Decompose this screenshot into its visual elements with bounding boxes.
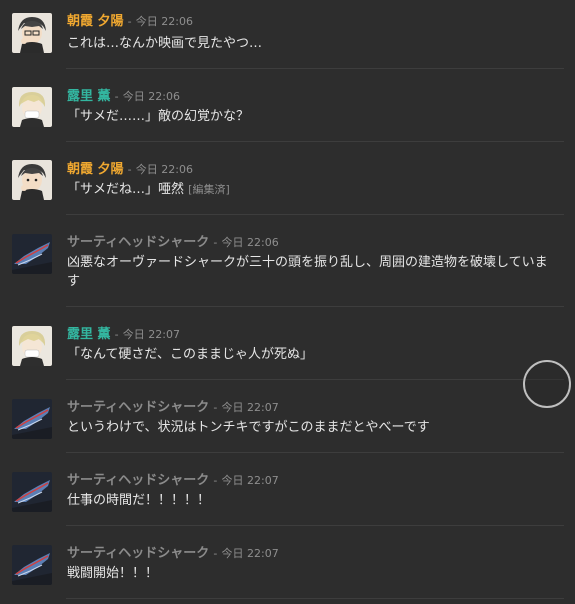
- message-text: 「サメだ……」敵の幻覚かな？: [67, 109, 250, 124]
- message-header: 朝霞 夕陽 - 今日 22:06: [67, 12, 193, 32]
- separator: -: [127, 15, 132, 28]
- message-text: これは…なんか映画で見たやつ…: [67, 36, 263, 51]
- message-divider: [66, 598, 564, 599]
- message-text: 凶悪なオーヴァードシャークが三十の頭を振り乱し、周囲の建造物を破壊しています: [67, 255, 548, 289]
- author-name[interactable]: 朝霞 夕陽: [67, 14, 124, 29]
- shark-avatar[interactable]: [12, 399, 52, 439]
- message-text: 「サメだね…」唖然 [編集済]: [67, 180, 557, 199]
- separator: -: [213, 547, 218, 560]
- message-header: 朝霞 夕陽 - 今日 22:06: [67, 160, 193, 180]
- message-header: サーティヘッドシャーク - 今日 22:07: [67, 544, 279, 564]
- message-divider: [66, 379, 564, 380]
- shark-avatar[interactable]: [12, 545, 52, 585]
- timestamp: 今日 22:07: [221, 474, 279, 487]
- separator: -: [213, 474, 218, 487]
- separator: -: [127, 163, 132, 176]
- separator: -: [213, 401, 218, 414]
- message-divider: [66, 68, 564, 69]
- message-header: 露里 薫 - 今日 22:06: [67, 87, 180, 107]
- shark-avatar[interactable]: [12, 234, 52, 274]
- edited-label: [編集済]: [188, 183, 230, 196]
- message-feed: 朝霞 夕陽 - 今日 22:06 これは…なんか映画で見たやつ… 露里 薫 - …: [0, 0, 575, 604]
- message-text-content: 「サメだね…」唖然: [67, 182, 185, 197]
- author-name[interactable]: 朝霞 夕陽: [67, 162, 124, 177]
- timestamp: 今日 22:06: [221, 236, 279, 249]
- user-avatar-asagiri[interactable]: [12, 160, 52, 200]
- timestamp: 今日 22:06: [135, 163, 193, 176]
- message-divider: [66, 141, 564, 142]
- cursor-ring-indicator: [523, 360, 571, 408]
- message-header: サーティヘッドシャーク - 今日 22:07: [67, 398, 279, 418]
- timestamp: 今日 22:06: [135, 15, 193, 28]
- separator: -: [213, 236, 218, 249]
- message-text: というわけで、状況はトンチキですがこのままだとやべーです: [67, 420, 430, 435]
- author-name[interactable]: サーティヘッドシャーク: [67, 473, 209, 488]
- message-divider: [66, 452, 564, 453]
- timestamp: 今日 22:06: [122, 90, 180, 103]
- user-avatar-asagiri[interactable]: [12, 13, 52, 53]
- message-header: サーティヘッドシャーク - 今日 22:07: [67, 471, 279, 491]
- author-name[interactable]: サーティヘッドシャーク: [67, 235, 209, 250]
- message-divider: [66, 214, 564, 215]
- author-name[interactable]: 露里 薫: [67, 89, 111, 104]
- message-divider: [66, 306, 564, 307]
- message-text: 戦闘開始！！！: [67, 566, 159, 581]
- separator: -: [114, 328, 119, 341]
- message-text: 「なんて硬さだ、このままじゃ人が死ぬ」: [67, 347, 313, 362]
- author-name[interactable]: サーティヘッドシャーク: [67, 546, 209, 561]
- separator: -: [114, 90, 119, 103]
- message-header: 露里 薫 - 今日 22:07: [67, 325, 180, 345]
- message-text: 仕事の時間だ！！！！！: [67, 493, 211, 508]
- author-name[interactable]: 露里 薫: [67, 327, 111, 342]
- message-header: サーティヘッドシャーク - 今日 22:06: [67, 233, 279, 253]
- author-name[interactable]: サーティヘッドシャーク: [67, 400, 209, 415]
- timestamp: 今日 22:07: [221, 401, 279, 414]
- message-divider: [66, 525, 564, 526]
- user-avatar-kiri[interactable]: [12, 87, 52, 127]
- user-avatar-kiri[interactable]: [12, 326, 52, 366]
- timestamp: 今日 22:07: [221, 547, 279, 560]
- timestamp: 今日 22:07: [122, 328, 180, 341]
- shark-avatar[interactable]: [12, 472, 52, 512]
